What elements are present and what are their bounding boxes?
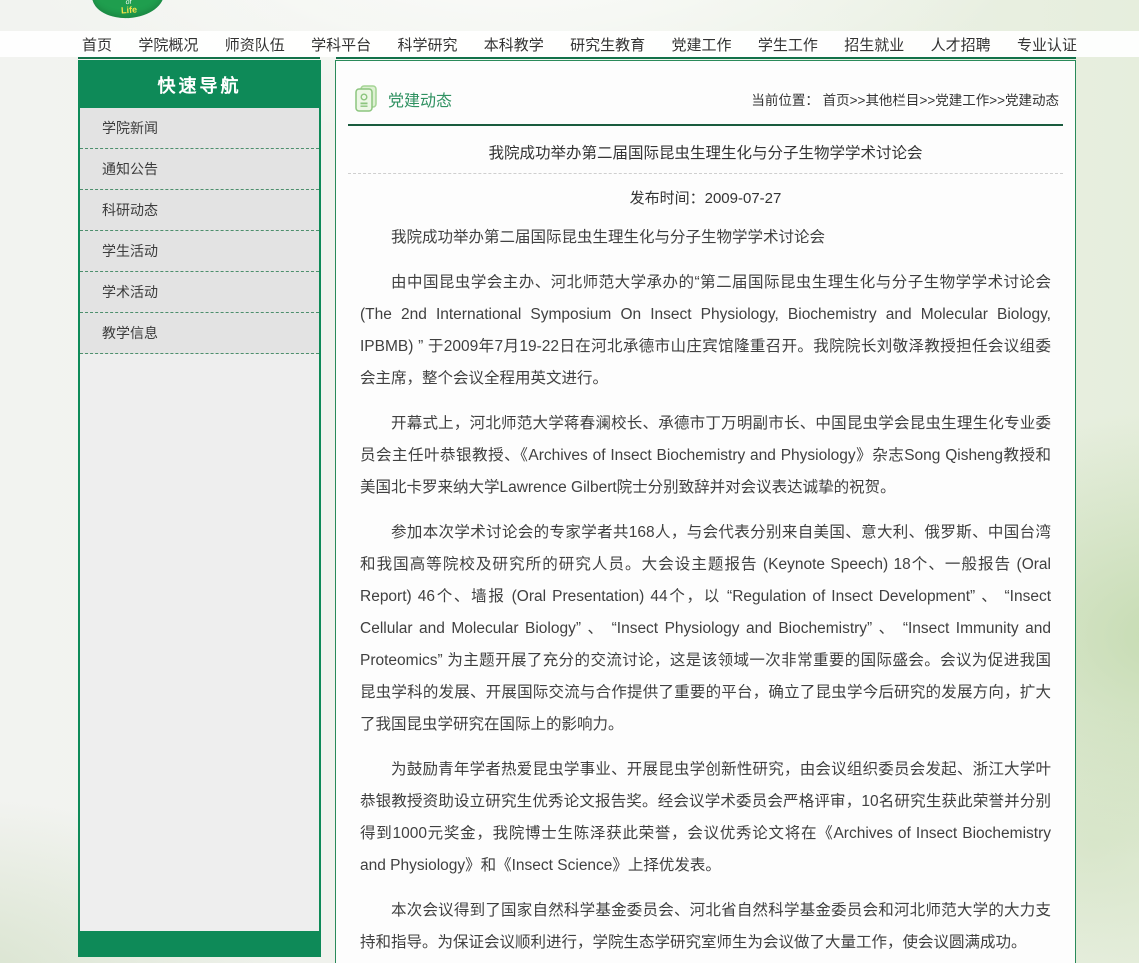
breadcrumb-home[interactable]: 首页 [823,93,850,108]
nav-item-accreditation[interactable]: 专业认证 [1017,34,1077,55]
section-title: 党建动态 [388,87,452,111]
article-paragraph: 开幕式上，河北师范大学蒋春澜校长、承德市丁万明副市长、中国昆虫学会昆虫生理生化专… [360,408,1051,504]
quick-nav-sidebar: 快速导航 学院新闻 通知公告 科研动态 学生活动 学术活动 教学信息 [78,60,321,957]
nav-item-home[interactable]: 首页 [82,34,112,55]
sidebar-filler [80,354,319,931]
publish-date: 发布时间：2009-07-27 [336,187,1075,208]
breadcrumb-other-columns[interactable]: 其他栏目 [865,93,919,108]
breadcrumb: 当前位置： 首页>>其他栏目>>党建工作>>党建动态 [751,89,1059,109]
article-paragraph: 由中国昆虫学会主办、河北师范大学承办的“第二届国际昆虫生理生化与分子生物学学术讨… [360,267,1051,395]
article-paragraph: 参加本次学术讨论会的专家学者共168人，与会代表分别来自美国、意大利、俄罗斯、中… [360,517,1051,741]
article-title: 我院成功举办第二届国际昆虫生理生化与分子生物学学术讨论会 [336,141,1075,163]
sidebar-item-notices[interactable]: 通知公告 [80,149,319,190]
sidebar-title: 快速导航 [80,62,319,108]
nav-underline-right [336,57,1076,59]
document-icon [354,85,378,113]
section-title-wrap: 党建动态 [354,85,452,113]
page-background: of Life 首页 学院概况 师资队伍 学科平台 科学研究 本科教学 研究生教… [0,0,1139,963]
title-dashed-divider [348,173,1063,174]
breadcrumb-party-work[interactable]: 党建工作 [935,93,989,108]
nav-underline-left [78,57,320,59]
breadcrumb-label: 当前位置： [751,93,819,108]
breadcrumb-separator: >> [919,93,935,108]
section-divider [348,124,1063,126]
college-logo[interactable]: of Life [90,0,165,20]
nav-item-overview[interactable]: 学院概况 [138,34,198,55]
article-body: 我院成功举办第二届国际昆虫生理生化与分子生物学学术讨论会 由中国昆虫学会主办、河… [336,208,1075,959]
nav-item-recruitment[interactable]: 人才招聘 [931,34,991,55]
nav-item-party-work[interactable]: 党建工作 [672,34,732,55]
breadcrumb-separator: >> [850,93,866,108]
sidebar-item-research-news[interactable]: 科研动态 [80,190,319,231]
logo-life-text: Life [121,5,138,15]
nav-item-admission[interactable]: 招生就业 [844,34,904,55]
section-header: 党建动态 当前位置： 首页>>其他栏目>>党建工作>>党建动态 [354,85,1059,113]
breadcrumb-party-news[interactable]: 党建动态 [1005,93,1059,108]
sidebar-item-academic-activities[interactable]: 学术活动 [80,272,319,313]
nav-item-discipline-platform[interactable]: 学科平台 [311,34,371,55]
nav-item-graduate[interactable]: 研究生教育 [570,34,645,55]
main-content-panel: 党建动态 当前位置： 首页>>其他栏目>>党建工作>>党建动态 我院成功举办第二… [335,60,1076,963]
sidebar-item-student-activities[interactable]: 学生活动 [80,231,319,272]
nav-item-undergraduate[interactable]: 本科教学 [484,34,544,55]
top-navbar: 首页 学院概况 师资队伍 学科平台 科学研究 本科教学 研究生教育 党建工作 学… [0,31,1139,57]
nav-item-faculty[interactable]: 师资队伍 [225,34,285,55]
sidebar-item-college-news[interactable]: 学院新闻 [80,108,319,149]
sidebar-footer-bar [80,931,319,955]
article-paragraph: 我院成功举办第二届国际昆虫生理生化与分子生物学学术讨论会 [360,222,1051,254]
article-paragraph: 本次会议得到了国家自然科学基金委员会、河北省自然科学基金委员会和河北师范大学的大… [360,895,1051,959]
breadcrumb-separator: >> [989,93,1005,108]
sidebar-item-teaching-info[interactable]: 教学信息 [80,313,319,354]
article-paragraph: 为鼓励青年学者热爱昆虫学事业、开展昆虫学创新性研究，由会议组织委员会发起、浙江大… [360,754,1051,882]
nav-list: 首页 学院概况 师资队伍 学科平台 科学研究 本科教学 研究生教育 党建工作 学… [0,31,1139,57]
nav-item-research[interactable]: 科学研究 [397,34,457,55]
nav-item-student-work[interactable]: 学生工作 [758,34,818,55]
